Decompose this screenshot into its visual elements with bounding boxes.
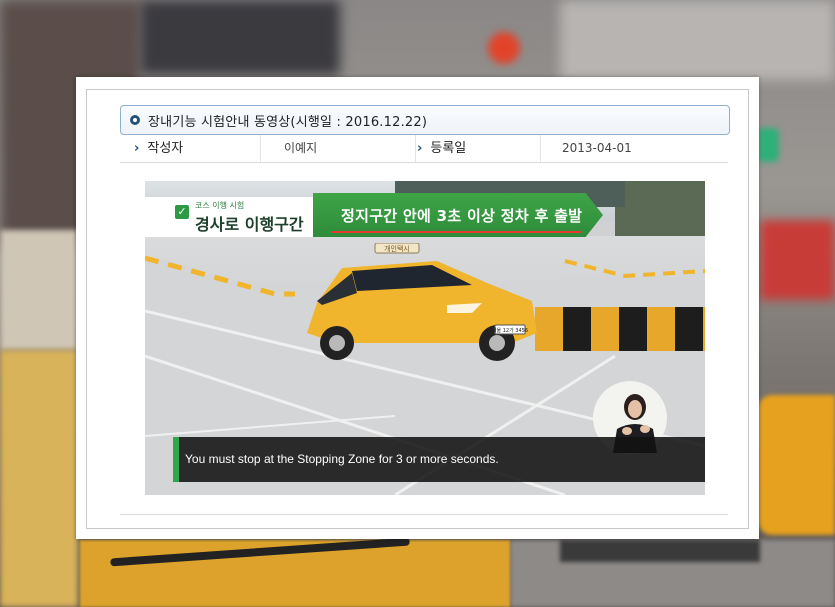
caption-main: 경사로 이행구간 <box>195 215 304 234</box>
post-title-bar: 장내기능 시험안내 동영상(시행일 : 2016.12.22) <box>120 105 730 135</box>
taxi-roof-sign: 개인택시 <box>384 244 410 253</box>
bullet-icon <box>130 115 140 125</box>
driving-test-taxi: 개인택시 서울 12가 3456 <box>307 243 537 361</box>
date-value: 2013-04-01 <box>562 141 632 155</box>
check-icon: ✓ <box>175 205 189 219</box>
caption-underline <box>331 231 581 233</box>
caption-green-text: 정지구간 안에 3초 이상 정차 후 출발 <box>341 207 583 225</box>
striped-barrier <box>535 307 705 351</box>
traffic-light-green <box>757 128 779 162</box>
caption-small: 코스 이행 시험 <box>195 201 245 210</box>
post-meta: 작성자 이예지 등록일 2013-04-01 <box>120 135 728 163</box>
author-value: 이예지 <box>284 141 318 155</box>
video-player[interactable]: 개인택시 서울 12가 3456 ✓ 코스 이행 시험 경사로 이행구간 정지구… <box>145 181 705 495</box>
post-panel: 장내기능 시험안내 동영상(시행일 : 2016.12.22) 작성자 이예지 … <box>76 77 759 539</box>
post-title: 장내기능 시험안내 동영상(시행일 : 2016.12.22) <box>148 114 428 130</box>
subtitle-text: You must stop at the Stopping Zone for 3… <box>185 452 499 466</box>
background-taxi-right <box>758 395 835 535</box>
traffic-light-red <box>488 32 520 64</box>
author-label: 작성자 <box>134 135 183 162</box>
divider <box>120 514 728 515</box>
date-label: 등록일 <box>417 135 466 162</box>
taxi-license-plate: 서울 12가 3456 <box>492 327 528 334</box>
background-taxi-left <box>0 350 78 607</box>
